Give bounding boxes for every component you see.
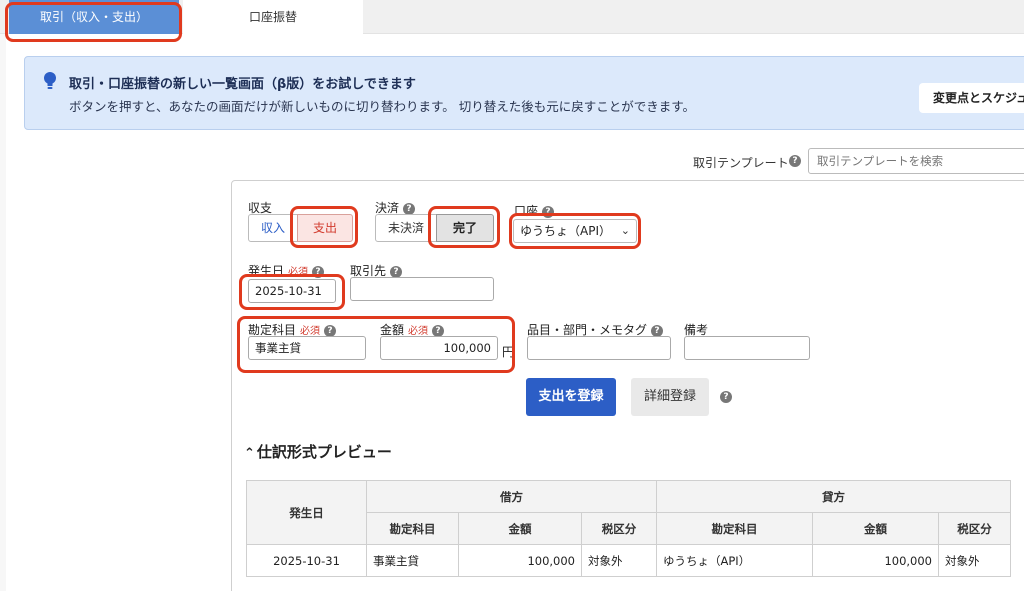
- register-expense-button[interactable]: 支出を登録: [526, 378, 616, 416]
- table-cell: 2025-10-31: [246, 544, 367, 577]
- table-header: 発生日: [246, 480, 367, 545]
- detail-register-button[interactable]: 詳細登録: [631, 378, 709, 416]
- settled-toggle[interactable]: 完了: [436, 214, 494, 242]
- banner-subtitle: ボタンを押すと、あなたの画面だけが新しいものに切り替わります。 切り替えた後も元…: [69, 99, 695, 114]
- template-search-input[interactable]: [808, 148, 1024, 174]
- changes-schedule-button[interactable]: 変更点とスケジュ: [919, 83, 1024, 113]
- required-badge: 必須: [288, 267, 309, 278]
- tags-input[interactable]: [527, 336, 671, 360]
- partner-label: 取引先: [350, 264, 387, 278]
- left-gutter: [0, 34, 6, 591]
- table-header: 借方: [366, 480, 657, 513]
- help-icon[interactable]: ?: [720, 391, 732, 403]
- table-header: 貸方: [656, 480, 1011, 513]
- account-select[interactable]: ゆうちょ（API） ⌄: [513, 219, 637, 243]
- table-header: 勘定科目: [366, 512, 459, 545]
- table-cell: 事業主貸: [366, 544, 459, 577]
- partner-input[interactable]: [350, 277, 494, 301]
- date-label-group: 発生日 必須?: [248, 262, 325, 279]
- date-input[interactable]: 2025-10-31: [248, 279, 336, 303]
- help-icon[interactable]: ?: [390, 265, 403, 278]
- currency-unit: 円: [502, 345, 515, 359]
- account-label: 口座: [514, 204, 539, 218]
- lightbulb-icon: [44, 72, 56, 89]
- preview-title: 仕訳形式プレビュー: [256, 443, 392, 461]
- help-icon[interactable]: ?: [542, 205, 555, 218]
- table-cell: 100,000: [458, 544, 582, 577]
- help-icon[interactable]: ?: [403, 202, 416, 215]
- table-row: 2025-10-31 事業主貸 100,000 対象外 ゆうちょ（API） 10…: [246, 544, 1011, 577]
- journal-preview-table: 発生日 借方 貸方 勘定科目 金額 税区分 勘定科目 金額 税区分 2025-1…: [246, 480, 1011, 577]
- income-toggle[interactable]: 収入: [248, 214, 298, 242]
- subject-label: 勘定科目: [248, 323, 297, 337]
- memo-input[interactable]: [684, 336, 810, 360]
- table-cell: 100,000: [812, 544, 939, 577]
- table-cell: 対象外: [581, 544, 657, 577]
- help-icon[interactable]: ?: [432, 324, 445, 337]
- table-header: 税区分: [938, 512, 1011, 545]
- chevron-up-icon: ⌃: [244, 446, 255, 461]
- tab-bar: 取引（収入・支出） 口座振替: [0, 0, 1024, 34]
- info-banner: 取引・口座振替の新しい一覧画面（β版）をお試しできます ボタンを押すと、あなたの…: [24, 56, 1024, 130]
- table-header: 金額: [812, 512, 939, 545]
- amount-input[interactable]: 100,000: [380, 336, 498, 360]
- help-icon[interactable]: ?: [651, 324, 664, 337]
- date-label: 発生日: [248, 264, 285, 278]
- banner-title: 取引・口座振替の新しい一覧画面（β版）をお試しできます: [69, 77, 416, 92]
- table-header: 税区分: [581, 512, 657, 545]
- chevron-down-icon: ⌄: [620, 224, 630, 237]
- expense-toggle[interactable]: 支出: [297, 214, 353, 242]
- unsettled-toggle[interactable]: 未決済: [375, 214, 437, 242]
- settle-label: 決済: [375, 201, 400, 215]
- table-header: 金額: [458, 512, 582, 545]
- table-header: 勘定科目: [656, 512, 813, 545]
- help-icon[interactable]: ?: [789, 155, 801, 167]
- tags-label: 品目・部門・メモタグ: [527, 323, 648, 337]
- table-cell: 対象外: [938, 544, 1011, 577]
- account-select-value: ゆうちょ（API）: [520, 224, 611, 238]
- help-icon[interactable]: ?: [312, 265, 325, 278]
- template-label: 取引テンプレート: [693, 156, 789, 170]
- preview-toggle[interactable]: ⌃ 仕訳形式プレビュー: [244, 441, 392, 462]
- table-cell: ゆうちょ（API）: [656, 544, 813, 577]
- tab-account-transfer[interactable]: 口座振替: [183, 0, 363, 34]
- help-icon[interactable]: ?: [324, 324, 337, 337]
- account-subject-input[interactable]: 事業主貸: [248, 336, 366, 360]
- account-label-group: 口座?: [514, 202, 555, 219]
- tab-transactions[interactable]: 取引（収入・支出）: [9, 0, 179, 34]
- amount-label: 金額: [380, 323, 405, 337]
